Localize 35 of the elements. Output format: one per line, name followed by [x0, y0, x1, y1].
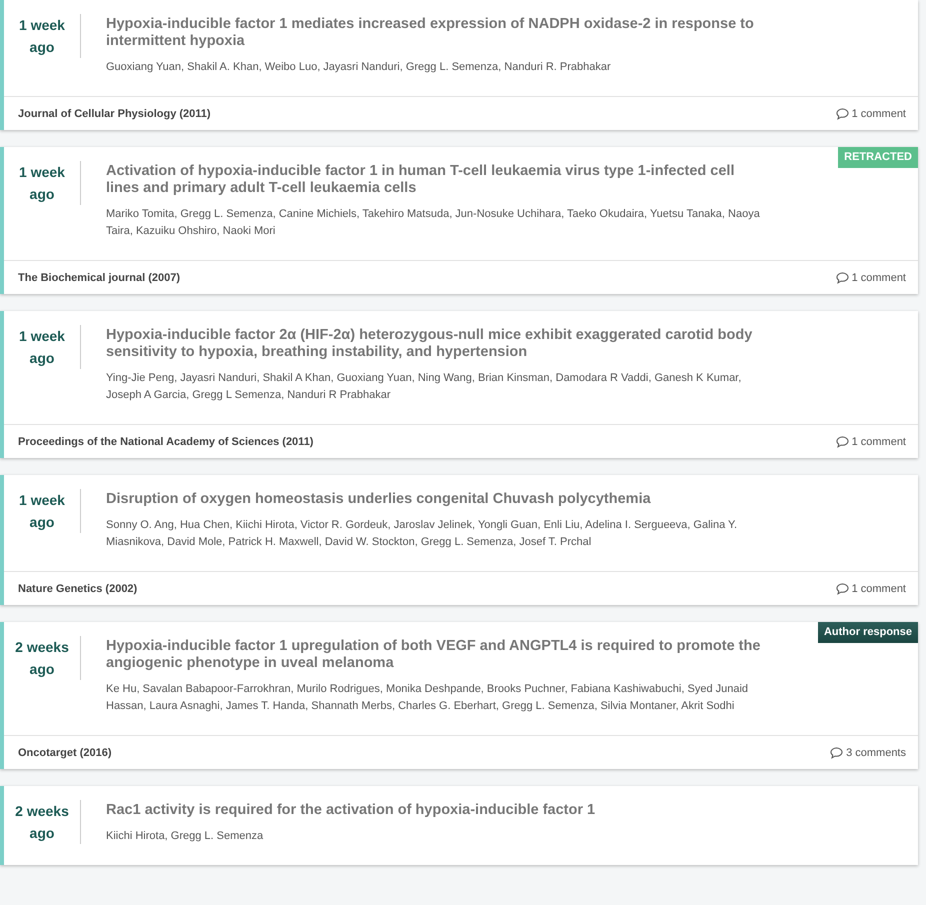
- time-ago: 1 week ago: [18, 491, 66, 532]
- time-ago: 1 week ago: [18, 327, 66, 368]
- journal-name: Nature Genetics (2002): [18, 582, 138, 594]
- author-list: Kiichi Hirota, Gregg L. Semenza: [106, 828, 761, 845]
- author-list: Ke Hu, Savalan Babapoor-Farrokhran, Murilo Rodrigues, Monika Deshpande, Brooks Puchner, Fabiana Kashiwabuchi, Syed Junaid Hassan, Laura Asnaghi, James T. Handa, Shannath Merbs, Charles G. Eberhart, Gregg L. Semenza, Silvia Montaner, Akrit Sodhi: [106, 681, 761, 715]
- comment-count[interactable]: 1 comment: [852, 272, 906, 284]
- journal-name: Oncotarget (2016): [18, 746, 112, 758]
- author-list: Sonny O. Ang, Hua Chen, Kiichi Hirota, Victor R. Gordeuk, Jaroslav Jelinek, Yongli Guan, Enli Liu, Adelina I. Sergueeva, Galina Y. Miasnikova, David Mole, Patrick H. Maxwell, David W. Stockton, Gregg L. Semenza, Josef T. Prchal: [106, 517, 761, 551]
- author-list: Ying-Jie Peng, Jayasri Nanduri, Shakil A Khan, Guoxiang Yuan, Ning Wang, Brian Kinsman, Damodara R Vaddi, Ganesh K Kumar, Joseph A Garcia, Gregg L Semenza, Nanduri R Prabhakar: [106, 370, 761, 404]
- article-title[interactable]: Disruption of oxygen homeostasis underlies congenital Chuvash polycythemia: [106, 491, 761, 508]
- article-title[interactable]: Activation of hypoxia-inducible factor 1 in human T-cell leukaemia virus type 1-infected cell lines and primary adult T-cell leukaemia cells: [106, 163, 761, 197]
- comment-icon: [830, 746, 844, 758]
- journal-name: Journal of Cellular Physiology (2011): [18, 108, 211, 120]
- time-ago: 2 weeks ago: [15, 802, 69, 843]
- time-ago: 2 weeks ago: [15, 638, 69, 679]
- comment-icon: [836, 272, 849, 284]
- journal-name: Proceedings of the National Academy of Sciences (2011): [18, 436, 314, 448]
- author-list: Guoxiang Yuan, Shakil A. Khan, Weibo Luo, Jayasri Nanduri, Gregg L. Semenza, Nanduri R. Prabhakar: [106, 59, 761, 76]
- article-title[interactable]: Rac1 activity is required for the activation of hypoxia-inducible factor 1: [106, 802, 761, 819]
- comment-icon: [836, 582, 849, 594]
- time-ago: 1 week ago: [18, 163, 66, 204]
- article-title[interactable]: Hypoxia-inducible factor 2α (HIF-2α) heterozygous-null mice exhibit exaggerated carotid body sensitivity to hypoxia, breathing instability, and hypertension: [106, 327, 761, 361]
- comment-count[interactable]: 1 comment: [852, 436, 906, 448]
- journal-name: The Biochemical journal (2007): [18, 272, 180, 284]
- comment-icon: [836, 108, 849, 120]
- article-title[interactable]: Hypoxia-inducible factor 1 upregulation of both VEGF and ANGPTL4 is required to promote the angiogenic phenotype in uveal melanoma: [106, 638, 761, 672]
- status-badge: RETRACTED: [838, 147, 918, 168]
- article-title[interactable]: Hypoxia-inducible factor 1 mediates increased expression of NADPH oxidase-2 in response to intermittent hypoxia: [106, 16, 761, 50]
- time-ago: 1 week ago: [18, 16, 66, 57]
- comment-count[interactable]: 3 comments: [846, 746, 906, 758]
- comment-icon: [836, 436, 849, 448]
- comment-count[interactable]: 1 comment: [852, 582, 906, 594]
- comment-count[interactable]: 1 comment: [852, 108, 906, 120]
- status-badge: Author response: [818, 622, 918, 643]
- author-list: Mariko Tomita, Gregg L. Semenza, Canine Michiels, Takehiro Matsuda, Jun-Nosuke Uchihara, Taeko Okudaira, Yuetsu Tanaka, Naoya Taira, Kazuiku Ohshiro, Naoki Mori: [106, 206, 761, 240]
